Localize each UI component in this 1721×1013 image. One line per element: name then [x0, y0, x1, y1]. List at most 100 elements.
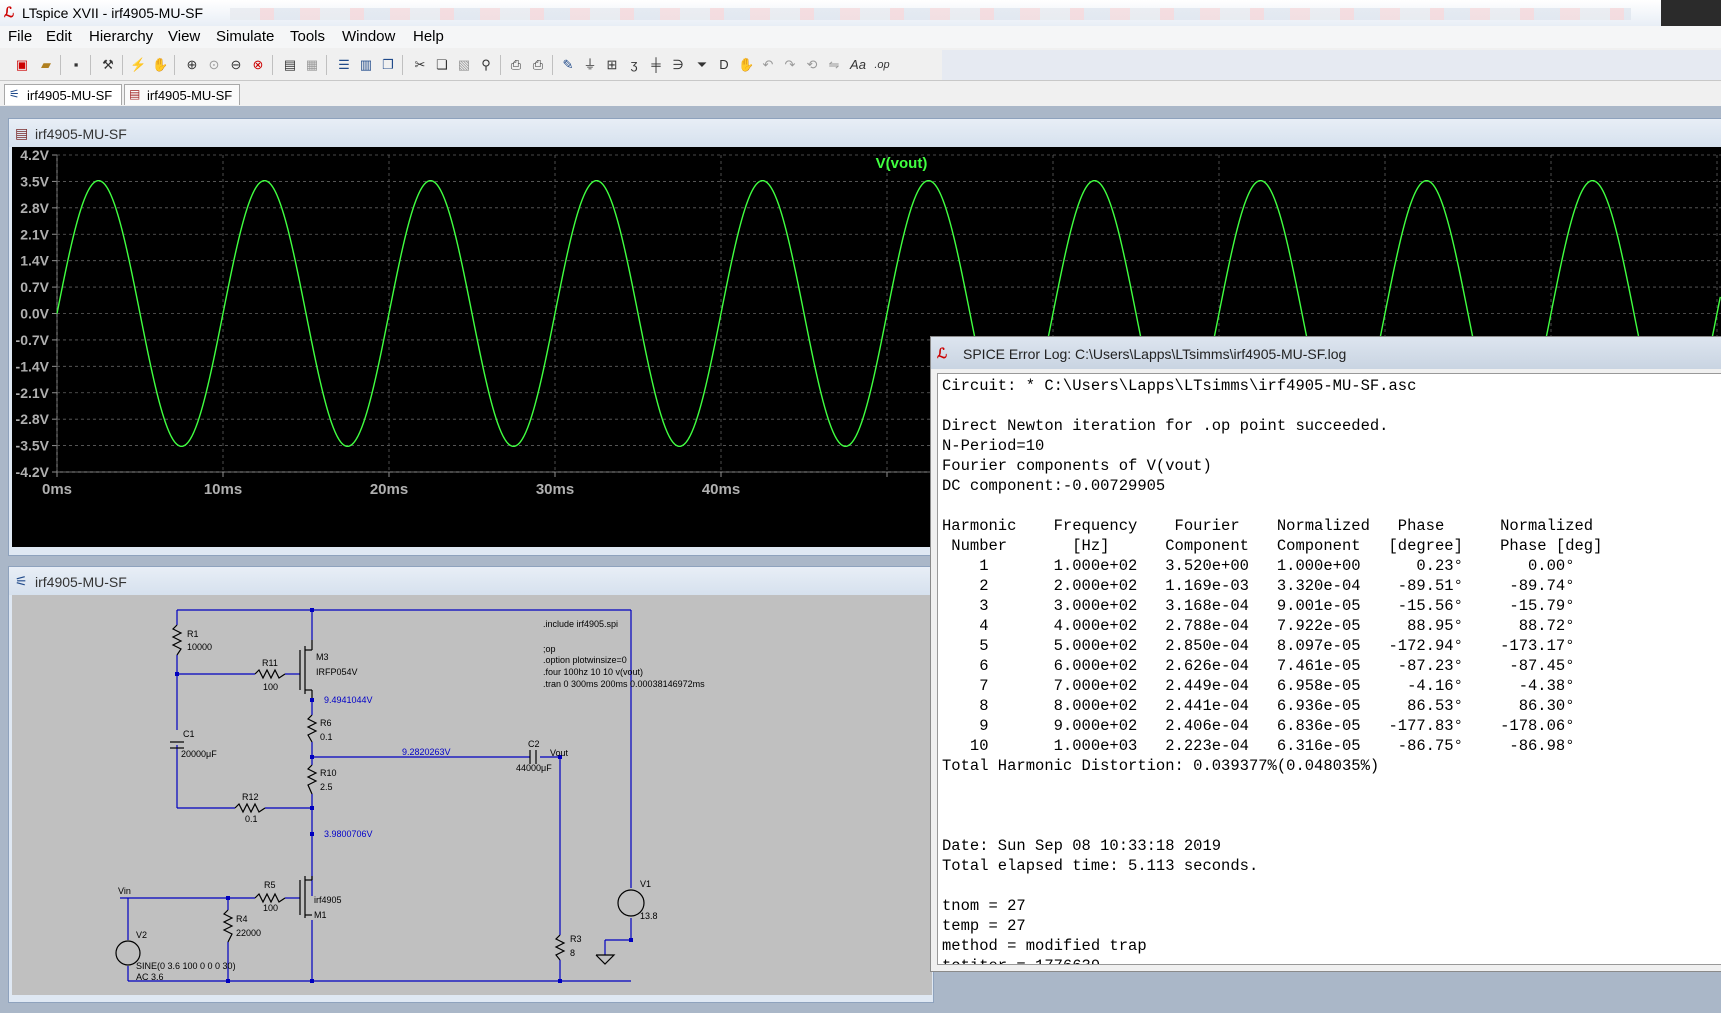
move-icon[interactable]: ✋: [738, 57, 754, 73]
resistor-icon[interactable]: ʒ: [626, 57, 642, 73]
y-tick-label: -3.5V: [16, 438, 50, 454]
schematic-drawing: R1 10000 R11 100 M3 IRFP054V R6 0.1 C1 2…: [115, 608, 705, 983]
spice-error-log-text[interactable]: Circuit: * C:\Users\Lapps\LTsimms\irf490…: [937, 373, 1721, 965]
menu-help[interactable]: Help: [413, 28, 444, 45]
cascade-icon[interactable]: ❐: [380, 57, 396, 73]
grid-icon[interactable]: ▦: [304, 57, 320, 73]
menu-tools[interactable]: Tools: [290, 28, 325, 45]
rotate-icon[interactable]: ⟲: [804, 57, 820, 73]
node-voltage-1: 9.4941044V: [324, 695, 373, 705]
schematic-canvas[interactable]: R1 10000 R11 100 M3 IRFP054V R6 0.1 C1 2…: [12, 595, 932, 995]
log-line: 10 1.000e+03 2.223e-04 6.316e-05 -86.75°…: [942, 737, 1575, 755]
log-line: method = modified trap: [942, 937, 1147, 955]
spice-error-log-title: SPICE Error Log: C:\Users\Lapps\LTsimms\…: [963, 346, 1347, 362]
tab-waveform[interactable]: ▤ irf4905-MU-SF: [124, 84, 240, 105]
c2-ref: C2: [528, 739, 540, 749]
undo-icon[interactable]: ↶: [760, 57, 776, 73]
print-preview-icon[interactable]: ⎙: [508, 57, 524, 73]
spice-directive-icon[interactable]: .op: [874, 57, 890, 73]
find-icon[interactable]: ⚲: [478, 57, 494, 73]
menu-edit[interactable]: Edit: [46, 28, 72, 45]
toolbar-separator: [122, 55, 123, 75]
save-icon[interactable]: ▪: [68, 57, 84, 73]
schematic-window-titlebar[interactable]: ⚟ irf4905-MU-SF: [9, 567, 933, 595]
menu-view[interactable]: View: [168, 28, 200, 45]
label-net-icon[interactable]: ⊞: [604, 57, 620, 73]
inductor-icon[interactable]: ∋: [670, 57, 686, 73]
zoom-in-icon[interactable]: ⊕: [184, 57, 200, 73]
capacitor-icon[interactable]: ╪: [648, 57, 664, 73]
cut-icon[interactable]: ✂: [412, 57, 428, 73]
spice-error-log-titlebar[interactable]: ℒ SPICE Error Log: C:\Users\Lapps\LTsimm…: [931, 337, 1721, 369]
window-close-button[interactable]: [1661, 0, 1721, 26]
y-tick-label: 0.7V: [20, 279, 49, 295]
directive-option[interactable]: .option plotwinsize=0: [543, 655, 627, 665]
menu-file[interactable]: File: [8, 28, 32, 45]
ltspice-logo-icon: ℒ: [4, 4, 15, 20]
run-icon[interactable]: ⚡: [130, 57, 146, 73]
diode-icon[interactable]: ⏷: [694, 57, 710, 73]
menu-simulate[interactable]: Simulate: [216, 28, 274, 45]
directive-tran[interactable]: .tran 0 300ms 200ms 0.00038146972ms: [543, 679, 705, 689]
net-label-vin: Vin: [118, 886, 131, 896]
log-line: totiter = 1776639: [942, 956, 1717, 964]
r5-value: 100: [263, 903, 278, 913]
text-icon[interactable]: Aa: [850, 57, 866, 73]
directive-four[interactable]: .four 100hz 10 10 v(vout): [543, 667, 643, 677]
log-line: N-Period=10: [942, 437, 1045, 455]
control-panel-icon[interactable]: ⚒: [100, 57, 116, 73]
toolbar-separator: [90, 55, 91, 75]
log-line: 4 4.000e+02 2.788e-04 7.922e-05 88.95° 8…: [942, 617, 1575, 635]
schematic-icon: ⚟: [15, 573, 28, 589]
v1-ref: V1: [640, 879, 651, 889]
waveform-window-titlebar[interactable]: ▤ irf4905-MU-SF: [9, 119, 1721, 147]
autorange-icon[interactable]: ▤: [282, 57, 298, 73]
schematic-window-title: irf4905-MU-SF: [35, 574, 127, 590]
pan-icon[interactable]: ⊙: [206, 57, 222, 73]
v2-ac: AC 3.6: [136, 972, 164, 982]
y-tick-label: -2.1V: [16, 385, 50, 401]
print-icon[interactable]: ⎙: [530, 57, 546, 73]
r10-ref: R10: [320, 768, 337, 778]
log-line: tnom = 27: [942, 897, 1026, 915]
menu-window[interactable]: Window: [342, 28, 395, 45]
copy-icon[interactable]: ❏: [434, 57, 450, 73]
r5-ref: R5: [264, 880, 276, 890]
redo-icon[interactable]: ↷: [782, 57, 798, 73]
tile-vertical-icon[interactable]: ▥: [358, 57, 374, 73]
tile-horizontal-icon[interactable]: ☰: [336, 57, 352, 73]
y-tick-label: 1.4V: [20, 253, 49, 269]
spice-error-log-window: ℒ SPICE Error Log: C:\Users\Lapps\LTsimm…: [930, 336, 1721, 972]
new-schematic-icon[interactable]: ▣: [14, 57, 30, 73]
v2-value: SINE(0 3.6 100 0 0 0 30): [136, 961, 236, 971]
r1-ref: R1: [187, 629, 199, 639]
ground-icon[interactable]: ⏚: [582, 57, 598, 73]
net-label-vout: Vout: [550, 748, 569, 758]
menu-hierarchy[interactable]: Hierarchy: [89, 28, 153, 45]
zoom-out-icon[interactable]: ⊖: [228, 57, 244, 73]
y-tick-label: 2.1V: [20, 226, 49, 242]
node-voltage-2: 9.2820263V: [402, 747, 451, 757]
r3-ref: R3: [570, 934, 582, 944]
log-line: temp = 27: [942, 917, 1026, 935]
open-folder-icon[interactable]: ▰: [38, 57, 54, 73]
y-tick-label: 0.0V: [20, 306, 49, 322]
tab-schematic[interactable]: ⚟ irf4905-MU-SF: [4, 84, 122, 105]
paste-icon[interactable]: ▧: [456, 57, 472, 73]
component-icon[interactable]: D: [716, 57, 732, 73]
mirror-icon[interactable]: ⇋: [826, 57, 842, 73]
log-line: 9 9.000e+02 2.406e-04 6.836e-05 -177.83°…: [942, 717, 1575, 735]
zoom-fit-icon[interactable]: ⊗: [250, 57, 266, 73]
log-line: Direct Newton iteration for .op point su…: [942, 417, 1389, 435]
directive-op[interactable]: ;op: [543, 644, 556, 654]
log-line: 1 1.000e+02 3.520e+00 1.000e+00 0.23° 0.…: [942, 557, 1575, 575]
draw-wire-icon[interactable]: ✎: [560, 57, 576, 73]
log-line: 3 3.000e+02 3.168e-04 9.001e-05 -15.56° …: [942, 597, 1575, 615]
halt-icon[interactable]: ✋: [152, 57, 168, 73]
directive-include[interactable]: .include irf4905.spi: [543, 619, 618, 629]
c1-value: 20000μF: [181, 749, 217, 759]
toolbar-end: [942, 50, 1721, 80]
log-line: 2 2.000e+02 1.169e-03 3.320e-04 -89.51° …: [942, 577, 1575, 595]
